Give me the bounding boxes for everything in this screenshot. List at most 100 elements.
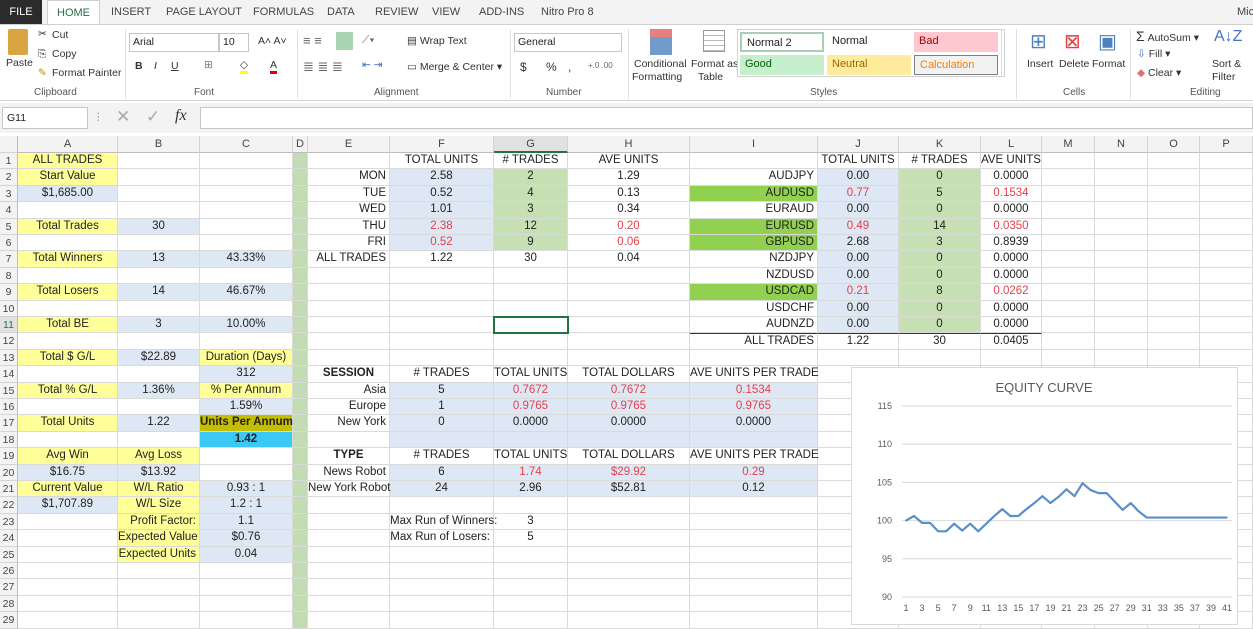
cell-H4[interactable]: 0.34 xyxy=(568,202,690,219)
tab-view[interactable]: VIEW xyxy=(423,0,469,25)
cell-K6[interactable]: 3 xyxy=(899,235,981,252)
cell-H25[interactable] xyxy=(568,546,690,563)
paste-button[interactable]: Paste xyxy=(6,57,33,69)
conditional-formatting-button[interactable]: Conditional xyxy=(634,58,687,70)
cell-D17[interactable] xyxy=(293,415,308,432)
cell-A18[interactable] xyxy=(18,431,118,449)
column-header-J[interactable]: J xyxy=(818,136,899,153)
cell-B13[interactable]: $22.89 xyxy=(118,349,200,367)
font-color-icon[interactable]: A xyxy=(270,59,278,74)
cell-P4[interactable] xyxy=(1200,202,1253,219)
cell-A24[interactable] xyxy=(18,530,118,547)
cancel-icon[interactable]: ✕ xyxy=(116,107,130,127)
cell-I27[interactable] xyxy=(690,579,818,596)
cell-G27[interactable] xyxy=(494,579,568,596)
cell-B23[interactable]: Profit Factor: xyxy=(118,513,200,531)
cell-O11[interactable] xyxy=(1148,317,1200,334)
cell-B6[interactable] xyxy=(118,235,200,252)
cut-button[interactable]: Cut xyxy=(52,29,68,41)
insert-function-button[interactable]: fx xyxy=(175,107,187,125)
cell-E14[interactable]: SESSION xyxy=(308,366,390,383)
cell-N11[interactable] xyxy=(1095,317,1148,334)
cell-B25[interactable]: Expected Units xyxy=(118,546,200,563)
cell-P1[interactable] xyxy=(1200,153,1253,170)
column-header-M[interactable]: M xyxy=(1042,136,1095,153)
cell-A13[interactable]: Total $ G/L xyxy=(18,349,118,367)
cell-F12[interactable] xyxy=(390,333,494,350)
cell-H20[interactable]: $29.92 xyxy=(568,464,690,481)
cell-C28[interactable] xyxy=(200,595,293,613)
cell-H11[interactable] xyxy=(568,317,690,334)
cell-E23[interactable] xyxy=(308,513,390,531)
cell-C6[interactable] xyxy=(200,235,293,252)
cell-B1[interactable] xyxy=(118,153,200,170)
cell-H6[interactable]: 0.06 xyxy=(568,235,690,252)
sort-filter-button[interactable]: Sort & xyxy=(1212,58,1241,70)
cell-K4[interactable]: 0 xyxy=(899,202,981,219)
cell-A1[interactable]: ALL TRADES xyxy=(18,153,118,170)
cell-D4[interactable] xyxy=(293,202,308,219)
cell-F27[interactable] xyxy=(390,579,494,596)
cell-H3[interactable]: 0.13 xyxy=(568,185,690,203)
cell-J12[interactable]: 1.22 xyxy=(818,333,899,350)
cell-M11[interactable] xyxy=(1042,317,1095,334)
row-header-17[interactable]: 17 xyxy=(0,415,18,432)
cell-G2[interactable]: 2 xyxy=(494,169,568,186)
cell-L6[interactable]: 0.8939 xyxy=(981,235,1042,252)
cell-D2[interactable] xyxy=(293,169,308,186)
cell-M5[interactable] xyxy=(1042,218,1095,235)
cell-N9[interactable] xyxy=(1095,284,1148,301)
cell-J1[interactable]: TOTAL UNITS xyxy=(818,153,899,170)
cell-F24[interactable]: Max Run of Losers: xyxy=(390,530,494,547)
cell-D1[interactable] xyxy=(293,153,308,170)
cell-B7[interactable]: 13 xyxy=(118,251,200,268)
cell-A10[interactable] xyxy=(18,300,118,317)
cell-L7[interactable]: 0.0000 xyxy=(981,251,1042,268)
cell-A26[interactable] xyxy=(18,563,118,580)
cell-F2[interactable]: 2.58 xyxy=(390,169,494,186)
row-header-2[interactable]: 2 xyxy=(0,169,18,186)
cell-A12[interactable] xyxy=(18,333,118,350)
autosum-button[interactable]: Σ AutoSum ▾ xyxy=(1136,28,1199,44)
cell-I4[interactable]: EURAUD xyxy=(690,202,818,219)
gallery-scrollbar[interactable] xyxy=(1001,30,1005,76)
row-header-24[interactable]: 24 xyxy=(0,530,18,547)
cell-N12[interactable] xyxy=(1095,333,1148,350)
cell-D23[interactable] xyxy=(293,513,308,531)
cell-F5[interactable]: 2.38 xyxy=(390,218,494,235)
cell-H21[interactable]: $52.81 xyxy=(568,481,690,498)
cell-D8[interactable] xyxy=(293,267,308,285)
cell-M3[interactable] xyxy=(1042,185,1095,203)
cell-L9[interactable]: 0.0262 xyxy=(981,284,1042,301)
cell-H2[interactable]: 1.29 xyxy=(568,169,690,186)
column-header-K[interactable]: K xyxy=(899,136,981,153)
cell-B15[interactable]: 1.36% xyxy=(118,382,200,399)
cell-K13[interactable] xyxy=(899,349,981,367)
cell-J3[interactable]: 0.77 xyxy=(818,185,899,203)
cell-A21[interactable]: Current Value xyxy=(18,481,118,498)
clear-button[interactable]: ◆ Clear ▾ xyxy=(1137,67,1181,79)
cell-I12[interactable]: ALL TRADES xyxy=(690,333,818,350)
cell-F17[interactable]: 0 xyxy=(390,415,494,432)
cell-C8[interactable] xyxy=(200,267,293,285)
cell-G21[interactable]: 2.96 xyxy=(494,481,568,498)
cell-L11[interactable]: 0.0000 xyxy=(981,317,1042,334)
cell-N7[interactable] xyxy=(1095,251,1148,268)
cell-M2[interactable] xyxy=(1042,169,1095,186)
cell-C19[interactable] xyxy=(200,448,293,465)
cell-G1[interactable]: # TRADES xyxy=(494,153,568,170)
merge-center-button[interactable]: ▭ Merge & Center ▾ xyxy=(407,61,502,73)
cell-C16[interactable]: 1.59% xyxy=(200,399,293,416)
column-header-A[interactable]: A xyxy=(18,136,118,153)
cell-A14[interactable] xyxy=(18,366,118,383)
cell-M6[interactable] xyxy=(1042,235,1095,252)
cell-G17[interactable]: 0.0000 xyxy=(494,415,568,432)
row-header-23[interactable]: 23 xyxy=(0,513,18,531)
decimal-icon[interactable]: +.0 .00 xyxy=(588,61,613,70)
cell-E24[interactable] xyxy=(308,530,390,547)
row-header-25[interactable]: 25 xyxy=(0,546,18,563)
cell-O9[interactable] xyxy=(1148,284,1200,301)
cell-E26[interactable] xyxy=(308,563,390,580)
cell-K9[interactable]: 8 xyxy=(899,284,981,301)
cell-J4[interactable]: 0.00 xyxy=(818,202,899,219)
